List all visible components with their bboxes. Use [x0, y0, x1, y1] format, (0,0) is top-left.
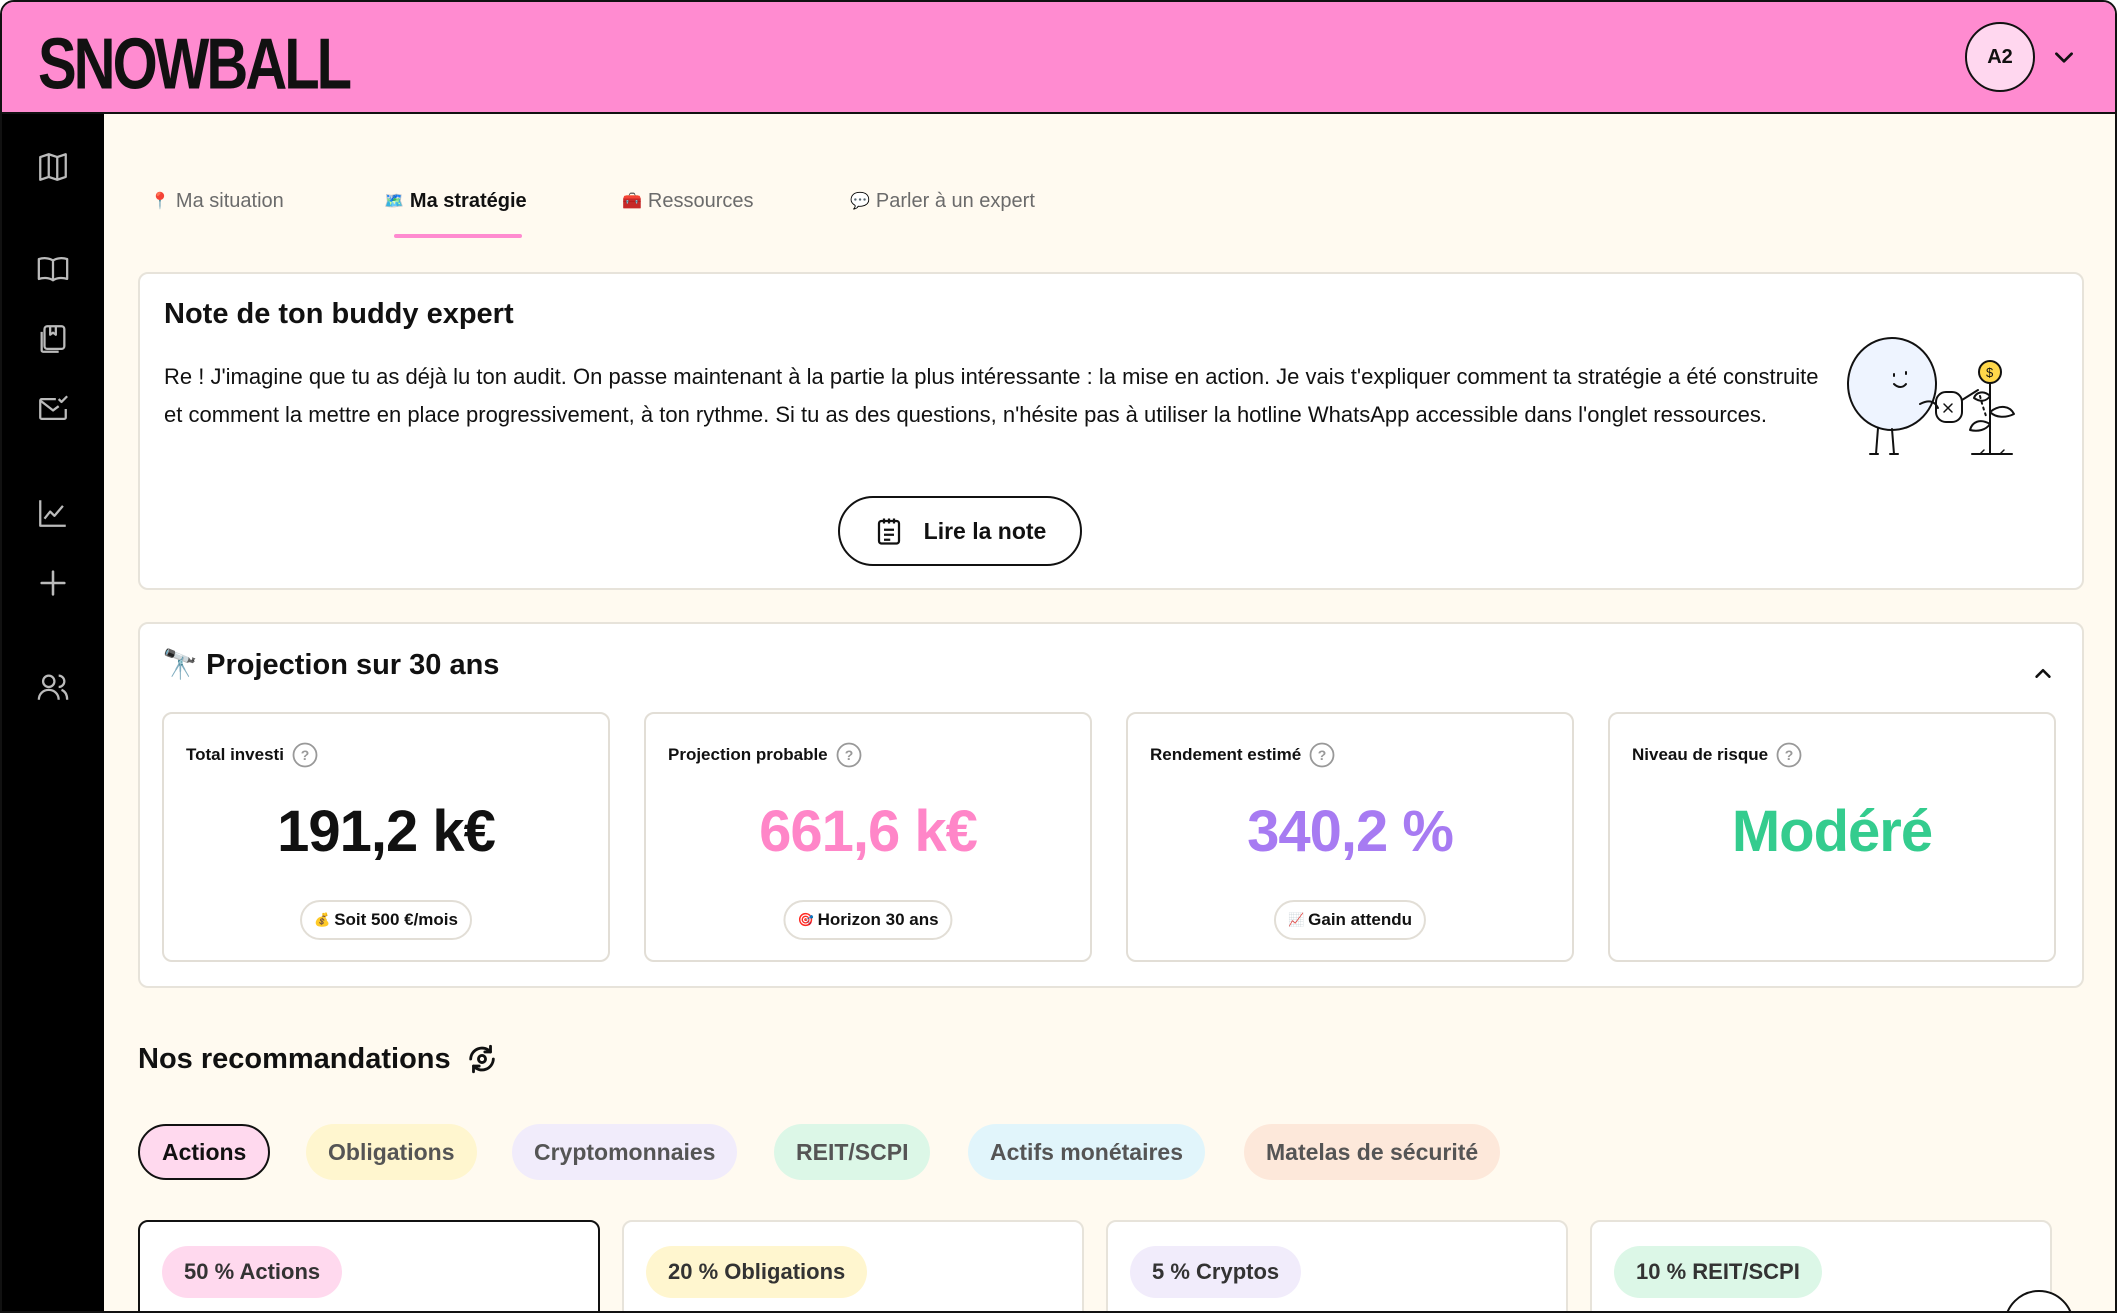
map-icon[interactable] — [36, 150, 70, 184]
stat-label: Projection probable — [668, 745, 828, 764]
top-bar: SNOWBALL A2 — [2, 2, 2115, 114]
projection-title-text: Projection sur 30 ans — [206, 648, 500, 681]
stat-total-invested: Total investi ? 191,2 k€ 💰 Soit 500 €/mo… — [162, 712, 610, 962]
svg-text:$: $ — [1986, 365, 1994, 380]
expert-note-card: Note de ton buddy expert Re ! J'imagine … — [138, 272, 2084, 590]
tab-label: Ma situation — [175, 189, 284, 212]
allocation-card-actions[interactable]: 50 % Actions — [138, 1220, 600, 1311]
stat-yield: Rendement estimé ? 340,2 % 📈 Gain attend… — [1126, 712, 1574, 962]
chart-up-icon: 📈 — [1287, 912, 1305, 927]
active-tab-indicator — [394, 234, 522, 238]
stat-value: 661,6 k€ — [759, 799, 978, 864]
avatar[interactable]: A2 — [1965, 22, 2035, 92]
app-logo[interactable]: SNOWBALL — [38, 22, 352, 106]
chip-matelas-securite[interactable]: Matelas de sécurité — [1244, 1124, 1501, 1180]
allocation-card-obligations[interactable]: 20 % Obligations — [622, 1220, 1084, 1311]
app-window: SNOWBALL A2 📍 Ma situation 🗺️ Ma stratég… — [0, 0, 2117, 1313]
tab-parler-expert[interactable]: 💬 Parler à un expert — [850, 182, 1035, 220]
projection-title: 🔭 Projection sur 30 ans — [162, 648, 499, 682]
stat-pill-text: Soit 500 €/mois — [334, 910, 458, 929]
note-title: Note de ton buddy expert — [164, 298, 514, 330]
stat-value: 340,2 % — [1247, 799, 1454, 864]
telescope-icon: 🔭 — [162, 649, 199, 681]
help-icon[interactable]: ? — [1776, 742, 1802, 768]
chart-line-icon[interactable] — [36, 496, 70, 530]
money-bag-icon: 💰 — [314, 912, 331, 927]
stat-projection: Projection probable ? 661,6 k€ 🎯 Horizon… — [644, 712, 1092, 962]
projection-card: 🔭 Projection sur 30 ans Total investi ? … — [138, 622, 2084, 988]
allocation-card-cryptos[interactable]: 5 % Cryptos — [1106, 1220, 1568, 1311]
tab-ma-strategie[interactable]: 🗺️ Ma stratégie — [384, 182, 527, 220]
help-icon[interactable]: ? — [836, 742, 862, 768]
chip-obligations[interactable]: Obligations — [306, 1124, 477, 1180]
plus-icon[interactable] — [36, 566, 70, 600]
target-icon: 🎯 — [797, 912, 814, 927]
stat-value: 191,2 k€ — [277, 799, 496, 864]
stat-pill: 📈 Gain attendu — [1273, 900, 1427, 940]
tab-label: Ma stratégie — [409, 189, 527, 212]
chip-actions[interactable]: Actions — [138, 1124, 271, 1180]
mail-check-icon[interactable] — [36, 392, 70, 426]
tab-label: Parler à un expert — [875, 189, 1035, 212]
chevron-down-icon[interactable] — [2051, 44, 2077, 70]
read-note-button[interactable]: Lire la note — [838, 496, 1082, 566]
chip-actifs-monetaires[interactable]: Actifs monétaires — [968, 1124, 1206, 1180]
speech-bubble-icon: 💬 — [850, 193, 870, 210]
allocation-pill: 50 % Actions — [162, 1246, 343, 1298]
sidebar — [2, 114, 104, 1311]
stat-pill: 💰 Soit 500 €/mois — [300, 900, 472, 940]
allocation-pill: 5 % Cryptos — [1130, 1246, 1302, 1298]
stat-risk-level: Niveau de risque ? Modéré — [1608, 712, 2056, 962]
help-icon[interactable]: ? — [1309, 742, 1335, 768]
svg-text:?: ? — [1318, 747, 1327, 763]
recommendations-title-text: Nos recommandations — [138, 1042, 451, 1075]
svg-text:?: ? — [1785, 747, 1794, 763]
help-icon[interactable]: ? — [292, 742, 318, 768]
refresh-icon[interactable] — [465, 1042, 499, 1076]
stat-pill: 🎯 Horizon 30 ans — [783, 900, 953, 940]
map-icon: 🗺️ — [384, 193, 404, 210]
stat-pill-text: Horizon 30 ans — [817, 910, 939, 929]
documents-icon[interactable] — [36, 322, 70, 356]
chip-cryptomonnaies[interactable]: Cryptomonnaies — [512, 1124, 738, 1180]
users-icon[interactable] — [36, 670, 70, 704]
snowball-watering-illustration: $ — [1847, 337, 2015, 455]
allocation-pill: 20 % Obligations — [646, 1246, 868, 1298]
tab-label: Ressources — [647, 189, 754, 212]
book-icon[interactable] — [36, 252, 70, 286]
allocation-card-reit-scpi[interactable]: 10 % REIT/SCPI — [1590, 1220, 2052, 1311]
read-note-label: Lire la note — [923, 517, 1047, 544]
notepad-icon — [877, 518, 900, 545]
stat-pill-text: Gain attendu — [1308, 910, 1413, 929]
tab-ressources[interactable]: 🧰 Ressources — [622, 182, 754, 220]
stat-label: Niveau de risque — [1632, 745, 1769, 764]
pin-icon: 📍 — [150, 193, 170, 210]
chevron-up-icon[interactable] — [2032, 662, 2054, 684]
chip-reit-scpi[interactable]: REIT/SCPI — [774, 1124, 931, 1180]
svg-text:?: ? — [844, 747, 853, 763]
svg-text:?: ? — [301, 747, 310, 763]
stat-value: Modéré — [1731, 799, 1933, 864]
stat-label: Total investi — [186, 745, 284, 764]
stat-label: Rendement estimé — [1150, 745, 1302, 764]
toolbox-icon: 🧰 — [622, 193, 642, 210]
note-body: Re ! J'imagine que tu as déjà lu ton aud… — [164, 364, 1819, 427]
tab-ma-situation[interactable]: 📍 Ma situation — [150, 182, 284, 220]
recommendations-title: Nos recommandations — [138, 1042, 499, 1076]
allocation-pill: 10 % REIT/SCPI — [1614, 1246, 1822, 1298]
